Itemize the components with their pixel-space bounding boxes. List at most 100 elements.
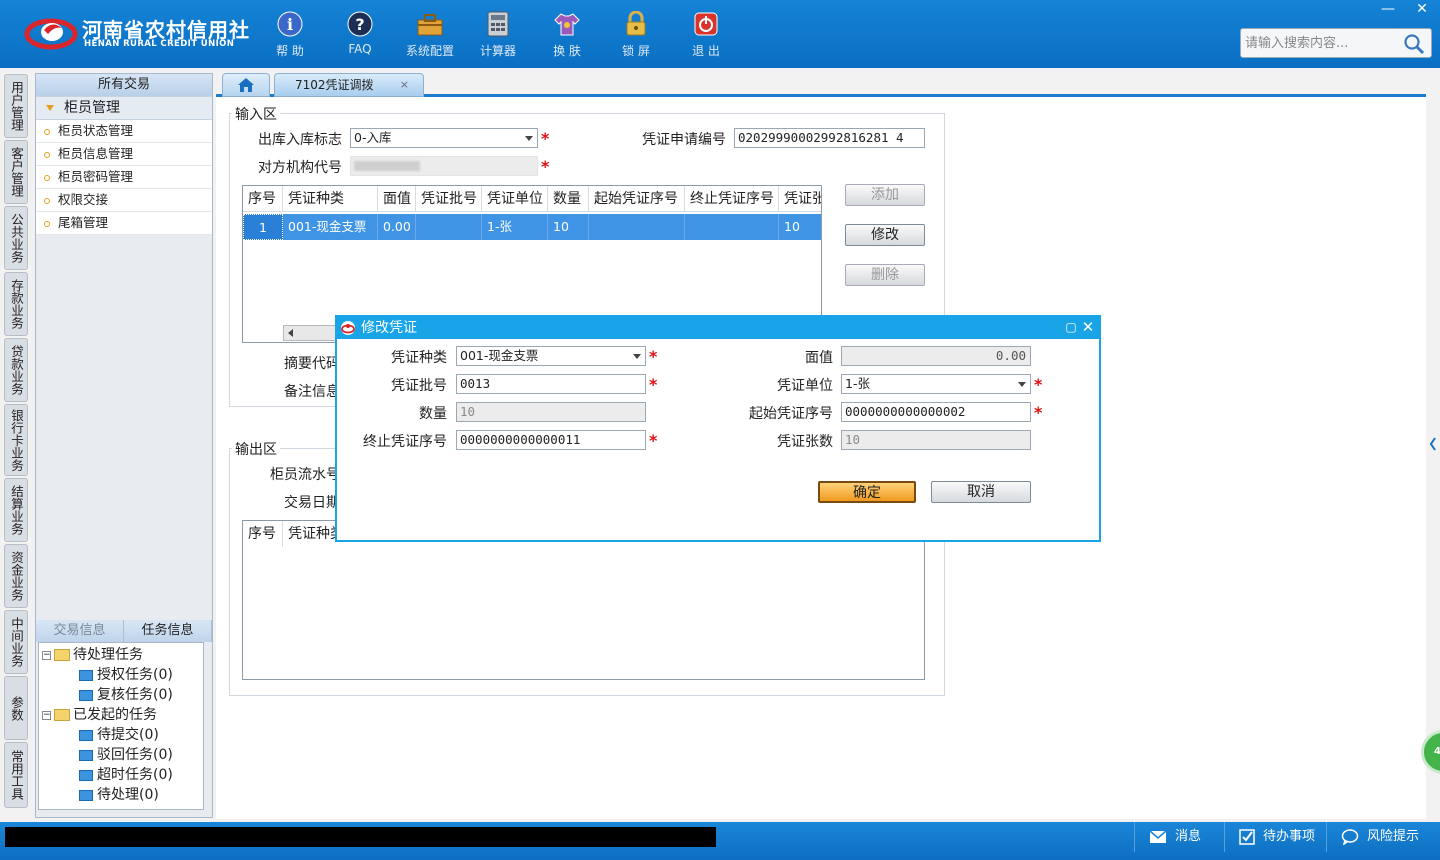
voucher-count-field[interactable]: 10 — [841, 430, 1031, 450]
vnav-user-management[interactable]: 用户管理 — [4, 74, 28, 138]
tree-to-submit[interactable]: 待提交(0) — [79, 725, 159, 745]
output-section-title: 输出区 — [232, 439, 280, 459]
tree-initiated-tasks[interactable]: − 已发起的任务 — [42, 705, 157, 725]
tree-rejected[interactable]: 驳回任务(0) — [79, 745, 173, 765]
vertical-nav: 用户管理 客户管理 公共业务 存款业务 贷款业务 银行卡业务 结算业务 资金业务… — [0, 68, 32, 822]
table-cell: 10 — [784, 219, 800, 234]
input-section-title: 输入区 — [232, 104, 280, 124]
horizontal-scrollbar[interactable] — [283, 325, 343, 341]
top-header: 河南省农村信用社 HENAN RURAL CREDIT UNION i 帮 助 … — [0, 0, 1440, 68]
end-serial-field[interactable]: 0000000000000011 — [456, 430, 646, 450]
vnav-deposit-business[interactable]: 存款业务 — [4, 272, 28, 336]
tab-task-info[interactable]: 任务信息 — [124, 620, 212, 642]
direction-select[interactable]: 0-入库 — [350, 128, 538, 148]
maximize-icon[interactable]: ▢ — [1064, 320, 1078, 334]
teller-serial-label: 柜员流水号 — [270, 467, 340, 483]
scroll-left-icon[interactable] — [288, 329, 293, 337]
dialog-titlebar: 修改凭证 ▢ ✕ — [337, 317, 1099, 339]
folder-icon — [54, 649, 70, 661]
search-icon[interactable] — [1403, 33, 1425, 55]
todo-button[interactable]: 待办事项 — [1224, 822, 1324, 852]
application-no-label: 凭证申请编号 — [642, 132, 726, 148]
exit-button[interactable]: 退 出 — [676, 8, 736, 59]
start-serial-label: 起始凭证序号 — [749, 406, 833, 422]
quantity-field[interactable]: 10 — [456, 402, 646, 422]
checkbox-icon — [1239, 829, 1255, 845]
col-header: 面值 — [378, 186, 416, 212]
envelope-icon — [1149, 830, 1167, 843]
counterparty-org-field[interactable] — [350, 156, 538, 176]
face-value-field[interactable]: 0.00 — [841, 346, 1031, 366]
col-header: 凭证张 — [784, 191, 821, 207]
tree-pending-tasks[interactable]: − 待处理任务 — [42, 645, 143, 665]
vnav-intermediate-business[interactable]: 中间业务 — [4, 610, 28, 674]
start-serial-field[interactable]: 0000000000000002 — [841, 402, 1031, 422]
col-header: 终止凭证序号 — [685, 186, 779, 212]
confirm-button[interactable]: 确定 — [818, 481, 916, 503]
menu-label: 尾箱管理 — [58, 215, 109, 230]
lock-icon — [622, 10, 650, 38]
tab-transaction-info[interactable]: 交易信息 — [36, 620, 124, 642]
help-button[interactable]: i 帮 助 — [260, 8, 320, 59]
counterparty-org-label: 对方机构代号 — [258, 160, 342, 176]
lock-screen-button[interactable]: 锁 屏 — [606, 8, 666, 59]
chevron-left-icon — [1429, 437, 1436, 451]
tree-review-tasks[interactable]: 复核任务(0) — [79, 685, 173, 705]
tree-to-process[interactable]: 待处理(0) — [79, 785, 159, 805]
voucher-unit-select[interactable]: 1-张 — [841, 374, 1031, 394]
summary-code-label: 摘要代码 — [284, 356, 340, 372]
messages-button[interactable]: 消息 — [1134, 822, 1224, 852]
risk-alert-button[interactable]: 风险提示 — [1326, 822, 1436, 852]
vnav-common-tools[interactable]: 常用工具 — [4, 742, 28, 808]
modify-button[interactable]: 修改 — [845, 224, 925, 246]
collapse-icon[interactable]: − — [42, 710, 51, 720]
vnav-parameters[interactable]: 参数 — [4, 676, 28, 740]
vnav-settlement-business[interactable]: 结算业务 — [4, 478, 28, 542]
svg-text:?: ? — [355, 15, 364, 34]
vnav-public-business[interactable]: 公共业务 — [4, 206, 28, 270]
menu-permission-handover[interactable]: 权限交接 — [36, 189, 212, 212]
tab-home[interactable] — [222, 73, 270, 97]
delete-button[interactable]: 删除 — [845, 264, 925, 286]
cancel-button[interactable]: 取消 — [931, 481, 1031, 503]
faq-button[interactable]: ? FAQ — [330, 8, 390, 56]
collapse-icon[interactable]: − — [42, 650, 51, 660]
side-panel-handle[interactable] — [1426, 420, 1440, 468]
task-icon — [79, 669, 93, 681]
change-skin-button[interactable]: 换 肤 — [537, 8, 597, 59]
menu-teller-password[interactable]: 柜员密码管理 — [36, 166, 212, 189]
vnav-loan-business[interactable]: 贷款业务 — [4, 338, 28, 402]
tab-close-icon[interactable]: × — [400, 74, 409, 96]
add-button[interactable]: 添加 — [845, 184, 925, 206]
menu-teller-status[interactable]: 柜员状态管理 — [36, 120, 212, 143]
voucher-type-label: 凭证种类 — [391, 350, 447, 366]
task-tree: − 待处理任务 授权任务(0) 复核任务(0) − 已发起的任务 待提交(0) 驳回… — [38, 642, 204, 810]
col-header: 凭证种类 — [283, 186, 378, 212]
voucher-type-select[interactable]: 001-现金支票 — [456, 346, 646, 366]
group-label: 柜员管理 — [64, 100, 120, 116]
tree-timeout[interactable]: 超时任务(0) — [79, 765, 173, 785]
close-window-button[interactable]: ✕ — [1406, 0, 1438, 18]
system-config-button[interactable]: 系统配置 — [400, 8, 460, 59]
table-cell: 1 — [243, 214, 283, 240]
batch-no-field[interactable]: 0013 — [456, 374, 646, 394]
teller-management-group[interactable]: 柜员管理 — [36, 96, 212, 120]
application-no-field[interactable]: 02029990002992816281 4 — [734, 128, 925, 148]
calculator-label: 计算器 — [479, 44, 516, 58]
status-bar: 消息 待办事项 风险提示 — [0, 822, 1440, 860]
close-icon[interactable]: ✕ — [1081, 320, 1095, 335]
vnav-bank-card-business[interactable]: 银行卡业务 — [4, 404, 28, 476]
menu-tail-box[interactable]: 尾箱管理 — [36, 212, 212, 235]
menu-teller-info[interactable]: 柜员信息管理 — [36, 143, 212, 166]
search-input[interactable] — [1241, 29, 1401, 57]
transaction-date-label: 交易日期 — [284, 495, 340, 511]
vnav-fund-business[interactable]: 资金业务 — [4, 544, 28, 608]
tab-voucher-transfer[interactable]: 7102凭证调拨 × — [274, 73, 424, 97]
tree-authorize-tasks[interactable]: 授权任务(0) — [79, 665, 173, 685]
vnav-customer-management[interactable]: 客户管理 — [4, 140, 28, 204]
minimize-button[interactable]: — — [1372, 0, 1404, 18]
calculator-button[interactable]: 计算器 — [468, 8, 528, 59]
table-row[interactable]: 1 001-现金支票 0.00 1-张 10 10 — [243, 214, 821, 240]
face-value-label: 面值 — [805, 350, 833, 366]
table-cell: 0.00 — [378, 214, 416, 240]
